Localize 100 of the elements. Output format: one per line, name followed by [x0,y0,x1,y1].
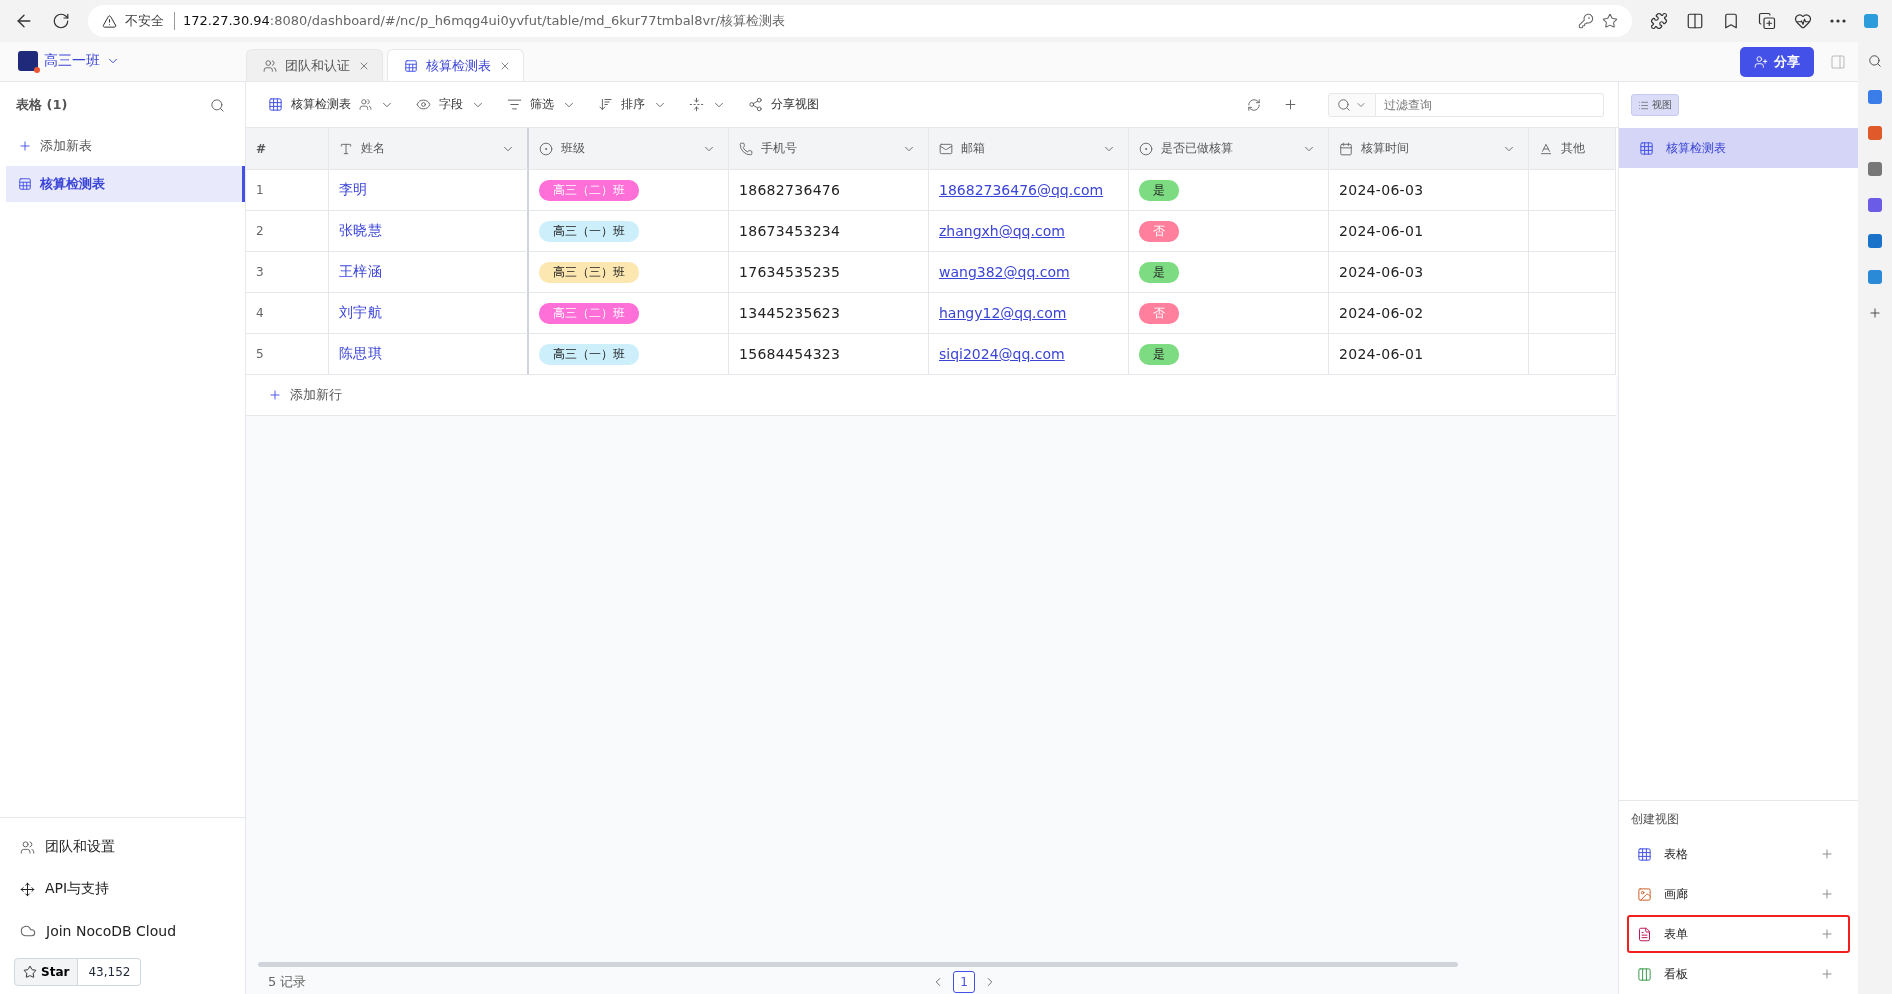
column-header[interactable]: 邮箱 [929,128,1129,170]
plus-icon [268,388,282,402]
image-icon [1637,886,1652,902]
table-icon [404,58,418,73]
search-field[interactable]: 过滤查询 [1376,92,1604,117]
column-header[interactable]: 核算时间 [1329,128,1529,170]
eye-icon [416,97,431,112]
plus-icon [1868,306,1882,320]
logo-icon [18,51,38,71]
sort-button[interactable]: 排序 [598,96,667,113]
plus-icon [1820,927,1834,941]
status-tag: 否 [1139,220,1179,242]
column-header[interactable]: 其他 [1529,128,1616,170]
class-tag: 高三（一）班 [539,220,639,242]
class-tag: 高三（一）班 [539,343,639,365]
email-link[interactable]: zhangxh@qq.com [939,223,1065,239]
create-view-item[interactable]: 表格 [1627,835,1850,873]
share-icon [748,97,763,112]
row-number: 2 [246,211,329,252]
column-header[interactable]: 班级 [529,128,729,170]
address-bar[interactable]: 不安全 172.27.30.94:8080/dashboard/#/nc/p_h6mqg4ui0yvfut/table/md_6kur77tmbal8vr/核算检测表 [88,5,1632,37]
class-tag: 高三（二）班 [539,179,639,201]
create-view-item[interactable]: 看板 [1627,955,1850,993]
add-row-button[interactable]: 添加新行 [246,375,1616,416]
email-link[interactable]: hangy12@qq.com [939,305,1067,321]
sidebar-link[interactable]: Join NocoDB Cloud [0,910,245,952]
table-cell: 2024-06-03 [1329,170,1529,211]
star-icon [23,965,37,979]
record-count: 5 记录 [268,973,307,991]
plus-icon [1283,97,1298,112]
column-header[interactable]: 手机号 [729,128,929,170]
key-icon [1578,13,1594,29]
tab[interactable]: 核算检测表 [387,49,524,81]
row-height-icon [689,97,704,112]
add-button[interactable] [1283,97,1298,112]
phone-icon [739,141,753,156]
table-cell: 18682736476 [729,170,929,211]
create-view-item[interactable]: 表单 [1627,915,1850,953]
column-header[interactable]: 姓名 [329,128,529,170]
email-link[interactable]: siqi2024@qq.com [939,346,1065,362]
workspace-name[interactable]: 高三一班 [44,52,100,70]
column-header[interactable]: # [246,128,329,170]
users-icon [359,98,372,111]
fields-button[interactable]: 字段 [416,96,485,113]
form-icon [1637,926,1652,942]
status-tag: 是 [1139,261,1179,283]
security-label: 不安全 [125,12,175,30]
filter-icon [507,97,522,112]
email-link[interactable]: 18682736476@qq.com [939,182,1104,198]
class-tag: 高三（二）班 [539,302,639,324]
grid-icon [268,97,283,112]
split-screen-icon [1686,12,1704,30]
share-view-button[interactable]: 分享视图 [748,96,819,113]
table-icon [18,177,32,191]
page-button[interactable]: 1 [953,971,975,993]
row-number: 3 [246,252,329,293]
search-field-selector[interactable] [1328,92,1376,117]
filter-button[interactable]: 筛选 [507,96,576,113]
row-number: 4 [246,293,329,334]
share-button[interactable]: 分享 [1740,46,1814,77]
calendar-icon [1339,141,1353,156]
more-icon[interactable] [1830,19,1846,23]
tab[interactable]: 团队和认证 [246,49,383,81]
status-tag: 是 [1139,179,1179,201]
column-header[interactable]: 是否已做核算 [1129,128,1329,170]
view-item[interactable]: 核算检测表 [1619,128,1858,168]
search-icon [1868,54,1882,68]
star-count: 43,152 [78,958,142,986]
sidebar-heading: 表格 (1) [16,96,68,114]
reload-icon [52,12,70,30]
add-table-button[interactable]: 添加新表 [0,128,245,164]
email-link[interactable]: wang382@qq.com [939,264,1070,280]
star-icon [1602,13,1618,29]
scrollbar[interactable] [258,961,1458,967]
row-height-button[interactable] [689,97,726,112]
panel-toggle[interactable] [1830,53,1846,70]
sidebar-link[interactable]: API与支持 [0,868,245,910]
sidebar-item[interactable]: 核算检测表 [6,166,245,202]
sidebar-link[interactable]: 团队和设置 [0,826,245,868]
views-toggle[interactable]: 视图 [1631,94,1679,116]
table-cell: 张晓慧 [329,211,529,252]
table-cell: 13445235623 [729,293,929,334]
search-icon [210,97,225,113]
table-cell: 李明 [329,170,529,211]
table-cell: 17634535235 [729,252,929,293]
grid-icon [1639,140,1654,156]
table-cell: 刘宇航 [329,293,529,334]
list-icon [1638,99,1649,111]
favorites-icon [1722,12,1740,30]
sort-icon [598,97,613,112]
view-selector[interactable]: 核算检测表 [268,96,394,113]
section-heading: 创建视图 [1630,811,1680,828]
reload-button[interactable] [1247,97,1261,112]
plus-icon [18,139,32,153]
mail-icon [939,141,953,156]
row-number: 1 [246,170,329,211]
extensions-icon [1650,12,1668,30]
plus-icon [1820,887,1834,901]
star-button[interactable]: Star [14,958,79,986]
create-view-item[interactable]: 画廊 [1627,875,1850,913]
